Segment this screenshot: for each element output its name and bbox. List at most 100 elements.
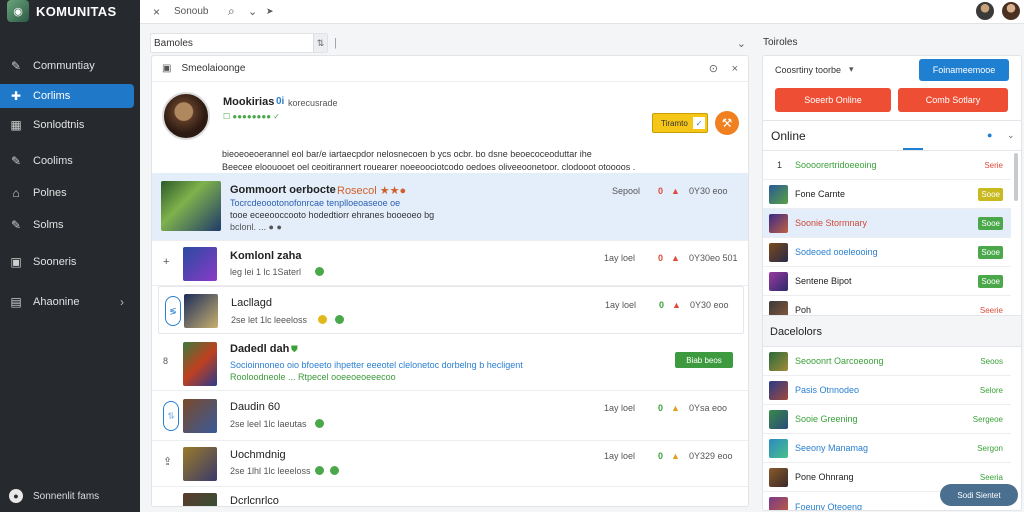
featured-action-button[interactable]: Tiramto ✓	[652, 113, 708, 133]
post-meta: 2se leel 1lc laeutas	[230, 419, 307, 429]
list-item[interactable]: Soonie Stormnary Sooe	[763, 209, 1011, 238]
avatar[interactable]	[976, 2, 994, 20]
sidebar-item-corlims[interactable]: ✚ Corlims	[0, 84, 134, 108]
list-item[interactable]: Seooonrt Oarcoeoong Seoos	[763, 347, 1011, 376]
list-item[interactable]: + Komlonl zaha leg lei 1 lc 1Saterl 1ay …	[152, 241, 748, 286]
online-user: Sodeoed ooeleooing	[795, 247, 878, 257]
sidebar-item-polnes[interactable]: ⌂ Polnes	[0, 181, 134, 205]
sidebar-item-communtiay[interactable]: ✎ Communtiay	[0, 54, 134, 78]
info-icon[interactable]: ⊙	[709, 62, 718, 75]
sidebar-item-solms[interactable]: ✎ Solms	[0, 213, 134, 237]
bookmark-icon[interactable]: 8	[163, 356, 168, 366]
user-icon: ●	[9, 489, 23, 503]
post-title: Dadedl dah	[230, 343, 290, 355]
close-icon[interactable]: ×	[732, 63, 738, 75]
featured-avatar[interactable]	[162, 92, 210, 140]
chevron-down-icon[interactable]: ▾	[849, 64, 854, 75]
verified-icon	[330, 466, 339, 475]
post-thumbnail[interactable]	[161, 181, 221, 231]
sort-icon[interactable]: ⇅	[313, 34, 327, 52]
post-comment-count: 0	[658, 186, 664, 196]
post-thumbnail[interactable]	[183, 447, 217, 481]
filter-card: Coosrtiny toorbe ▾ Foinameemooe Soeerb O…	[762, 55, 1022, 123]
primary-button[interactable]: Foinameemooe	[919, 59, 1009, 81]
chat-button[interactable]: Sodi Sientet	[940, 484, 1018, 506]
chevron-down-icon[interactable]: ⌄	[248, 5, 257, 18]
list-item[interactable]: Seeony Manamag Sergon	[763, 434, 1011, 463]
avatar[interactable]	[1002, 2, 1020, 20]
featured-action-label: Tiramto	[661, 118, 688, 128]
tools-icon[interactable]: ⚒	[715, 111, 739, 135]
dashboard-status: Seoos	[980, 356, 1003, 366]
list-item[interactable]: ≶ Lacllagd 2se let 1lc leeeloss 1ay loel…	[158, 286, 744, 334]
sidebar-item-label: Communtiay	[33, 60, 95, 72]
verified-icon	[315, 419, 324, 428]
online-status: Sooe	[978, 245, 1003, 259]
close-icon[interactable]: ×	[153, 5, 160, 19]
list-item[interactable]: 8 Dadedl dah ⛊ Socioinnoneo oio bfoeeto …	[152, 336, 748, 391]
info-icon[interactable]: ●	[987, 130, 992, 140]
sidebar-item-ahaonine[interactable]: ▤ Ahaonine ›	[0, 290, 134, 314]
featured-header-label: Smeolaioonge	[181, 63, 246, 74]
scrollbar[interactable]	[1014, 153, 1018, 201]
post-meta: Rooloodneole ... Rtpecel ooeeoeoeeecoo	[230, 372, 396, 382]
chevron-down-icon[interactable]: ⌄	[1007, 130, 1015, 141]
secondary-button[interactable]: Comb Sotlary	[898, 88, 1008, 112]
featured-header: ▣ Smeolaioonge ⊙ ×	[152, 56, 748, 82]
list-item[interactable]: 1 Soooorertridoeeoing Serie	[763, 151, 1011, 180]
upload-icon[interactable]: ⇪	[163, 455, 172, 468]
post-thumbnail[interactable]	[183, 342, 217, 386]
flame-icon: ▲	[671, 253, 680, 263]
puzzle-icon: ✚	[10, 89, 22, 103]
check-icon: ✓	[693, 117, 705, 129]
online-status: Sooe	[978, 216, 1003, 230]
search-online-button[interactable]: Soeerb Online	[775, 88, 891, 112]
dashboard-title: Dacelolors	[770, 326, 822, 338]
user-avatar	[769, 380, 788, 400]
plus-icon[interactable]: +	[163, 256, 169, 268]
share-icon[interactable]: ≶	[165, 296, 181, 326]
post-title-tail: Rosecol ★★●	[337, 185, 407, 197]
post-comment-count: 0	[658, 253, 664, 263]
send-icon[interactable]: ➤	[266, 6, 274, 17]
search-icon[interactable]: ⌕	[228, 4, 235, 19]
pin-icon: ✎	[10, 59, 22, 73]
list-item[interactable]: Dcrlcnrlco	[152, 487, 748, 506]
list-item[interactable]: ⥮ Daudin 60 2se leel 1lc laeutas 1ay loe…	[152, 391, 748, 441]
online-card: Online ● ⌄ 1 Soooorertridoeeoing Serie F…	[762, 120, 1022, 511]
post-views: 0Y30eo 501	[689, 253, 738, 263]
dashboard-user: Pone Ohnrang	[795, 472, 854, 482]
sidebar-item-coolims[interactable]: ✎ Coolims	[0, 149, 134, 173]
caret-icon: |	[334, 37, 337, 49]
list-item[interactable]: ⇪ Uochmdnig 2se 1lhl 1lc leeeloss 1ay lo…	[152, 441, 748, 487]
app-logo[interactable]: ◉ KOMUNITAS	[7, 0, 116, 22]
post-thumbnail[interactable]	[184, 294, 218, 328]
post-title: Gommoort oerbocte	[230, 184, 336, 196]
search-input[interactable]: Bamoles ⇅	[150, 33, 328, 53]
post-thumbnail[interactable]	[183, 247, 217, 281]
dashboard-user: Seooonrt Oarcoeoong	[795, 356, 884, 366]
join-button[interactable]: Biab beos	[675, 352, 733, 368]
chevron-down-icon[interactable]: ⌄	[737, 37, 746, 50]
sidebar-footer[interactable]: ● Sonnenlit fams	[0, 485, 140, 507]
community-select[interactable]: Coosrtiny toorbe	[775, 65, 841, 75]
list-item[interactable]: Sentene Bipot Sooe	[763, 267, 1011, 296]
list-item[interactable]: Pasis Otnnodeo Selore	[763, 376, 1011, 405]
featured-description-line: bieoeoeoerannel eol bar/e iartaecpdor ne…	[222, 149, 592, 159]
verified-icon	[315, 267, 324, 276]
list-item[interactable]: Sooie Greening Sergeoe	[763, 405, 1011, 434]
list-item[interactable]: Sodeoed ooeleooing Sooe	[763, 238, 1011, 267]
app-title: KOMUNITAS	[36, 3, 117, 19]
list-item[interactable]: Gommoort oerbocte Rosecol ★★● Tocrcdeooo…	[152, 173, 748, 241]
share-icon[interactable]: ⥮	[163, 401, 179, 431]
post-thumbnail[interactable]	[183, 399, 217, 433]
post-meta: Tocrcdeoootonofonrcae tenplloeoaseoe oe	[230, 198, 401, 208]
coin-icon	[318, 315, 327, 324]
post-thumbnail[interactable]	[183, 493, 217, 506]
dashboard-status: Selore	[979, 385, 1003, 395]
sidebar-item-sooneris[interactable]: ▣ Sooneris	[0, 250, 134, 274]
post-time: 1ay loel	[604, 253, 636, 263]
list-item[interactable]: Fone Carnte Sooe	[763, 180, 1011, 209]
post-time: 1ay loel	[605, 300, 637, 310]
sidebar-item-sonlodtnis[interactable]: ▦ Sonlodtnis	[0, 113, 134, 137]
